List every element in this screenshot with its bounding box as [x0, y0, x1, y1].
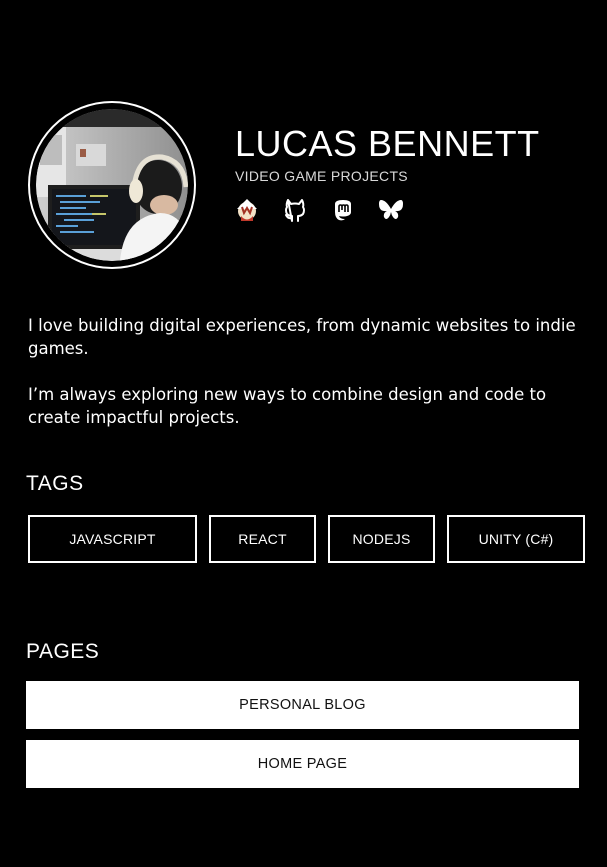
bio-paragraph-2: I’m always exploring new ways to combine…	[28, 385, 547, 427]
avatar-photo	[36, 109, 188, 261]
pages-heading: PAGES	[26, 640, 100, 663]
github-icon[interactable]	[281, 196, 309, 224]
tag-javascript[interactable]: JAVASCRIPT	[28, 515, 197, 563]
bio-paragraph-1: I love building digital experiences, fro…	[28, 316, 576, 358]
personal-blog-button[interactable]: PERSONAL BLOG	[26, 681, 579, 729]
tag-nodejs[interactable]: NODEJS	[328, 515, 435, 563]
bio: I love building digital experiences, fro…	[28, 314, 588, 452]
tags-heading: TAGS	[26, 472, 84, 495]
social-links	[233, 196, 405, 224]
wizard-avatar-icon[interactable]	[233, 196, 261, 224]
profile-name: LUCAS BENNETT	[235, 123, 540, 164]
tags-list: JAVASCRIPT REACT NODEJS UNITY (C#)	[28, 515, 585, 563]
tag-unity[interactable]: UNITY (C#)	[447, 515, 585, 563]
home-page-button[interactable]: HOME PAGE	[26, 740, 579, 788]
tag-react[interactable]: REACT	[209, 515, 316, 563]
mastodon-icon[interactable]	[329, 196, 357, 224]
bluesky-icon[interactable]	[377, 196, 405, 224]
profile-subtitle: VIDEO GAME PROJECTS	[235, 168, 408, 184]
avatar	[28, 101, 196, 269]
